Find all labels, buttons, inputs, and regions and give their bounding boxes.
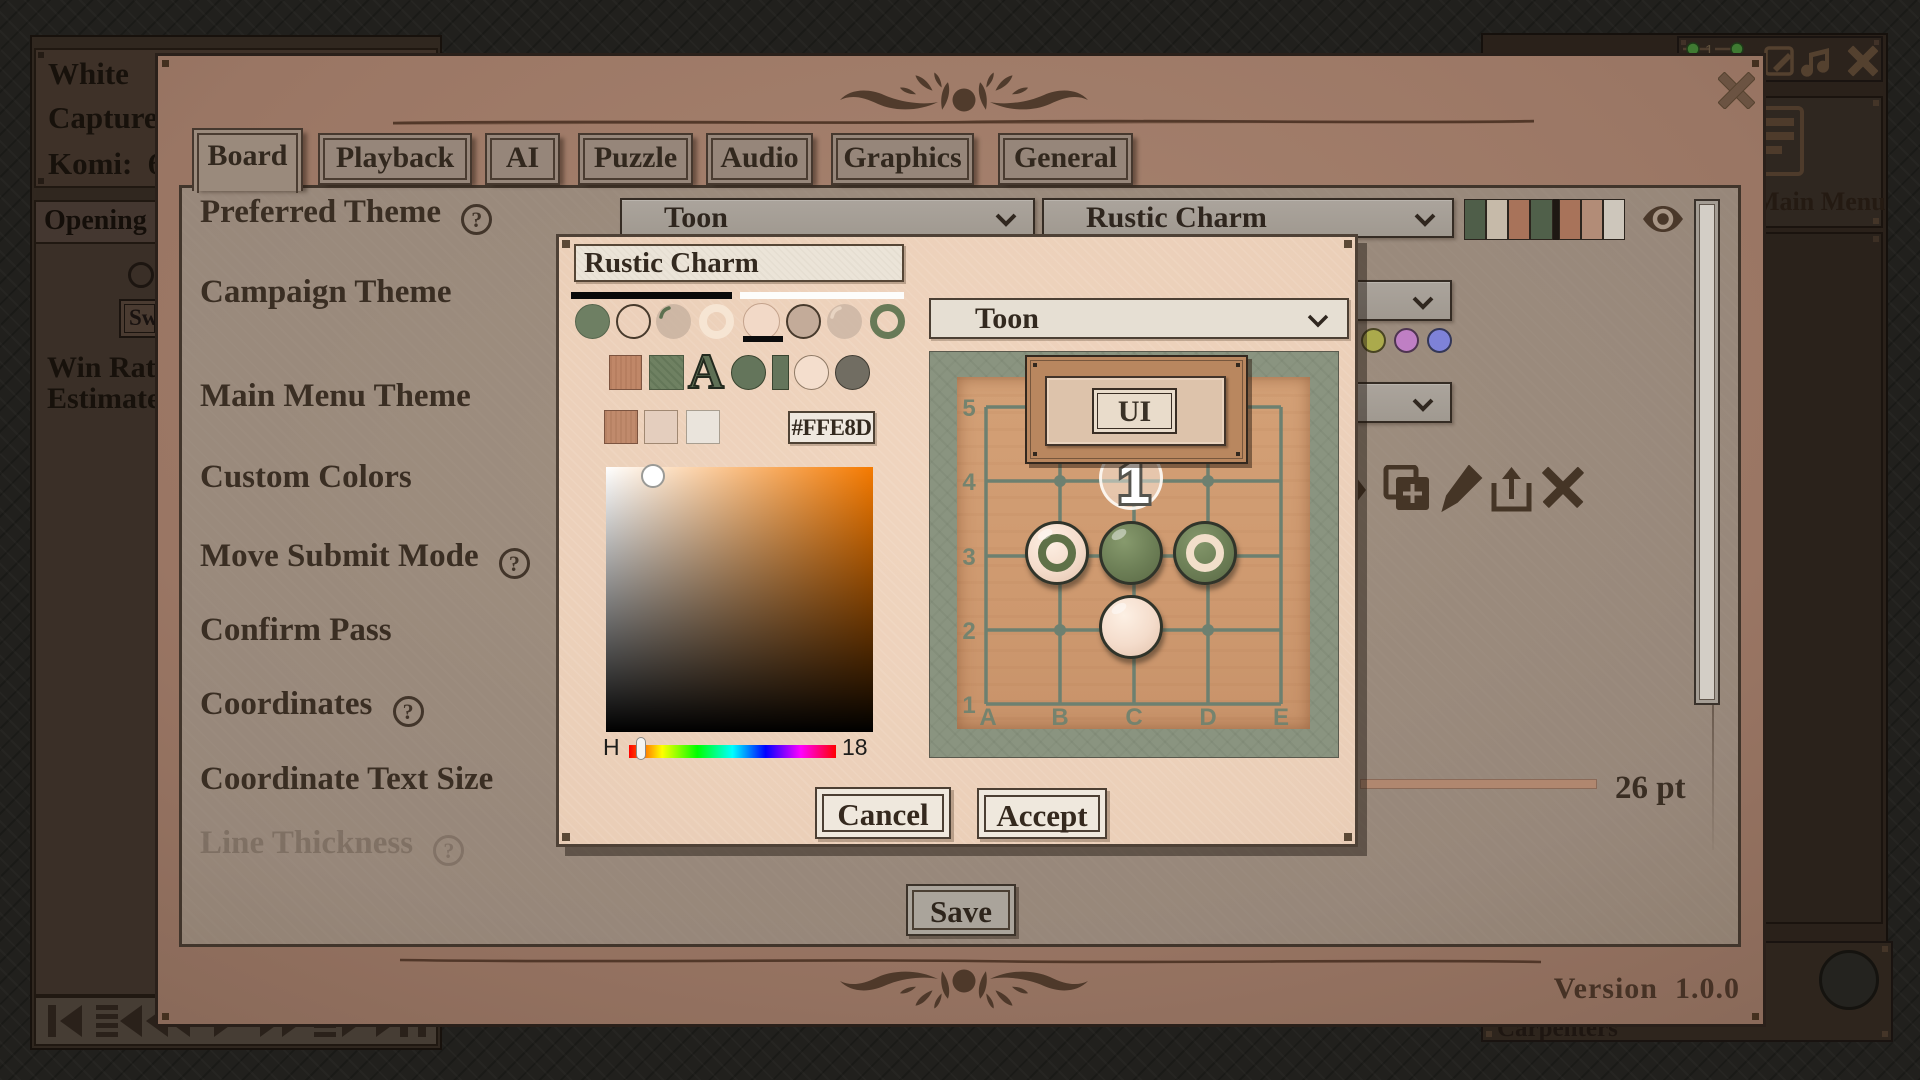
svg-text:D: D bbox=[1199, 704, 1216, 729]
svg-text:E: E bbox=[1273, 704, 1289, 729]
svg-text:5: 5 bbox=[962, 395, 975, 422]
svg-text:4: 4 bbox=[962, 469, 976, 496]
svg-text:C: C bbox=[1125, 704, 1142, 729]
svg-text:2: 2 bbox=[962, 618, 975, 645]
svg-text:B: B bbox=[1051, 704, 1068, 729]
svg-text:1: 1 bbox=[962, 692, 975, 719]
svg-text:A: A bbox=[979, 704, 996, 729]
svg-text:3: 3 bbox=[962, 544, 975, 571]
